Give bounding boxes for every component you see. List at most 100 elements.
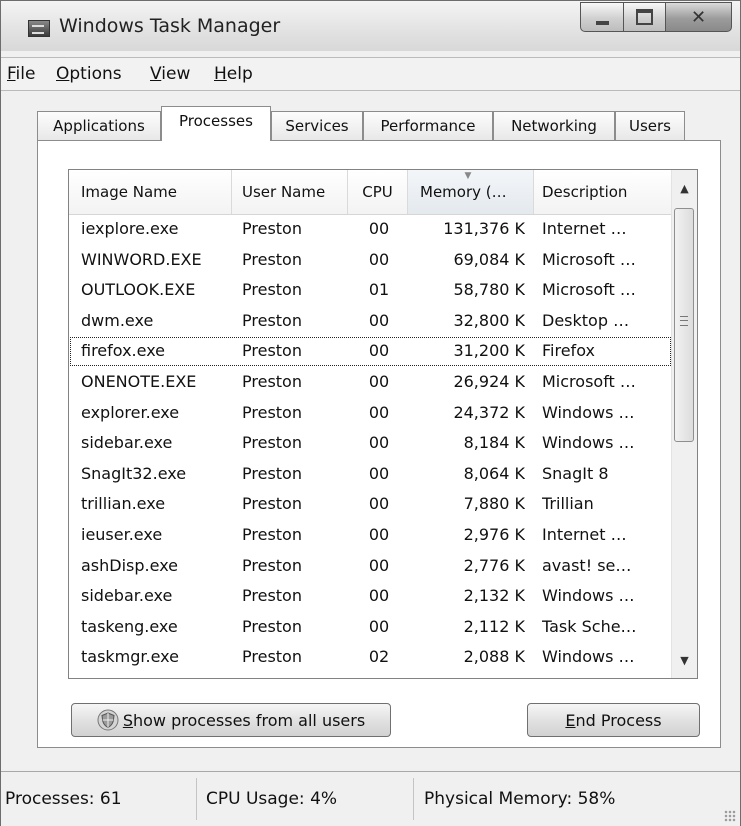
cell-image-name: taskeng.exe: [81, 616, 178, 636]
tab-services[interactable]: Services: [271, 111, 363, 140]
cell-user-name: Preston: [242, 371, 302, 391]
cell-cpu: 00: [368, 249, 390, 269]
cell-description: Windows …: [542, 647, 635, 667]
menu-help[interactable]: Help: [214, 64, 253, 84]
cell-user-name: Preston: [242, 402, 302, 422]
column-image-name[interactable]: Image Name: [69, 170, 232, 214]
cell-image-name: OUTLOOK.EXE: [81, 280, 196, 300]
cell-description: Microsoft …: [542, 371, 636, 391]
cell-description: Microsoft …: [542, 280, 636, 300]
tab-processes[interactable]: Processes: [161, 106, 271, 141]
menu-options[interactable]: Options: [56, 64, 122, 84]
cell-description: Microsoft …: [542, 249, 636, 269]
menu-file[interactable]: File: [7, 64, 35, 84]
cell-memory: 2,132 K: [463, 586, 525, 606]
cell-cpu: 02: [368, 647, 390, 667]
status-cpu-usage: CPU Usage: 4%: [206, 789, 338, 809]
cell-memory: 24,372 K: [453, 402, 525, 422]
table-row[interactable]: sidebar.exe Preston 00 2,132 K Windows …: [69, 581, 672, 612]
cell-user-name: Preston: [242, 463, 302, 483]
cell-cpu: 00: [368, 494, 390, 514]
cell-description: Task Sche…: [542, 616, 637, 636]
cell-memory: 2,776 K: [463, 555, 525, 575]
cell-description: Internet …: [542, 524, 627, 544]
title-bar[interactable]: Windows Task Manager ✕: [1, 1, 740, 51]
vertical-scrollbar[interactable]: ▲ ▼: [671, 170, 697, 678]
cell-memory: 7,880 K: [463, 494, 525, 514]
table-row[interactable]: firefox.exe Preston 00 31,200 K Firefox: [69, 336, 672, 367]
tab-applications[interactable]: Applications: [37, 111, 161, 140]
table-row[interactable]: trillian.exe Preston 00 7,880 K Trillian: [69, 489, 672, 520]
resize-grip[interactable]: [724, 810, 736, 822]
table-row[interactable]: sidebar.exe Preston 00 8,184 K Windows …: [69, 428, 672, 459]
cell-image-name: trillian.exe: [81, 494, 166, 514]
table-row[interactable]: taskeng.exe Preston 00 2,112 K Task Sche…: [69, 612, 672, 643]
column-memory-label: Memory (…: [420, 183, 507, 201]
column-cpu[interactable]: CPU: [348, 170, 408, 214]
tab-users[interactable]: Users: [615, 111, 685, 140]
cell-user-name: Preston: [242, 647, 302, 667]
minimize-button[interactable]: [580, 2, 624, 32]
menu-file-key: F: [7, 64, 16, 84]
cell-user-name: Preston: [242, 219, 302, 238]
table-row[interactable]: iexplore.exe Preston 00 131,376 K Internet …: [69, 214, 672, 245]
tab-performance[interactable]: Performance: [363, 111, 493, 140]
end-process-button[interactable]: End Process: [527, 703, 700, 737]
menu-view[interactable]: View: [150, 64, 190, 84]
table-row[interactable]: WINWORD.EXE Preston 00 69,084 K Microsoft …: [69, 245, 672, 276]
grip-icon: [680, 316, 688, 326]
menu-options-key: O: [56, 64, 70, 84]
cell-image-name: WINWORD.EXE: [81, 249, 202, 269]
scroll-thumb[interactable]: [674, 208, 694, 442]
maximize-icon: [636, 9, 653, 25]
table-row[interactable]: ashDisp.exe Preston 00 2,776 K avast! se…: [69, 551, 672, 582]
process-list[interactable]: Image Name User Name CPU ▼ Memory (… Des…: [68, 169, 698, 679]
menu-file-rest: ile: [15, 64, 36, 84]
cell-cpu: 00: [368, 402, 390, 422]
maximize-button[interactable]: [624, 2, 666, 32]
task-manager-icon: [28, 20, 50, 37]
status-processes: Processes: 61: [5, 789, 122, 809]
menu-bar: File Options View Help: [1, 57, 740, 91]
column-user-name[interactable]: User Name: [232, 170, 348, 214]
tab-networking[interactable]: Networking: [493, 111, 615, 140]
cell-cpu: 01: [368, 280, 390, 300]
table-row[interactable]: ONENOTE.EXE Preston 00 26,924 K Microsoft …: [69, 367, 672, 398]
table-row[interactable]: SnagIt32.exe Preston 00 8,064 K SnagIt 8: [69, 459, 672, 490]
cell-user-name: Preston: [242, 280, 302, 300]
window-title: Windows Task Manager: [59, 15, 281, 37]
cell-description: SnagIt 8: [542, 463, 609, 483]
table-row[interactable]: dwm.exe Preston 00 32,800 K Desktop …: [69, 306, 672, 337]
show-all-processes-button[interactable]: Show processes from all users: [71, 703, 391, 737]
sort-descending-icon: ▼: [464, 171, 472, 181]
cell-user-name: Preston: [242, 310, 302, 330]
cell-image-name: ieuser.exe: [81, 524, 163, 544]
table-row[interactable]: ieuser.exe Preston 00 2,976 K Internet …: [69, 520, 672, 551]
cell-cpu: 00: [368, 310, 390, 330]
cell-image-name: dwm.exe: [81, 310, 154, 330]
scroll-down-arrow[interactable]: ▼: [672, 642, 697, 678]
menu-view-key: V: [150, 64, 162, 84]
cell-memory: 2,976 K: [463, 524, 525, 544]
end-process-label: nd Process: [575, 710, 662, 730]
show-all-label: how processes from all users: [132, 710, 366, 730]
table-row[interactable]: taskmgr.exe Preston 02 2,088 K Windows …: [69, 642, 672, 673]
cell-user-name: Preston: [242, 494, 302, 514]
cell-memory: 8,184 K: [463, 433, 525, 453]
cell-description: Windows …: [542, 586, 635, 606]
column-memory[interactable]: ▼ Memory (…: [408, 170, 534, 214]
cell-image-name: explorer.exe: [81, 402, 180, 422]
show-all-access-key: S: [122, 710, 133, 730]
menu-help-rest: elp: [226, 64, 253, 84]
status-physical-memory: Physical Memory: 58%: [424, 789, 616, 809]
minimize-icon: [595, 21, 609, 25]
scroll-up-arrow[interactable]: ▲: [672, 170, 697, 206]
cell-image-name: taskmgr.exe: [81, 647, 179, 667]
cell-description: Desktop …: [542, 310, 630, 330]
table-row[interactable]: OUTLOOK.EXE Preston 01 58,780 K Microsoft …: [69, 275, 672, 306]
column-description[interactable]: Description: [534, 170, 672, 214]
cell-cpu: 00: [368, 433, 390, 453]
close-button[interactable]: ✕: [666, 2, 732, 32]
table-row[interactable]: explorer.exe Preston 00 24,372 K Windows …: [69, 398, 672, 429]
caption-buttons: ✕: [580, 2, 732, 32]
